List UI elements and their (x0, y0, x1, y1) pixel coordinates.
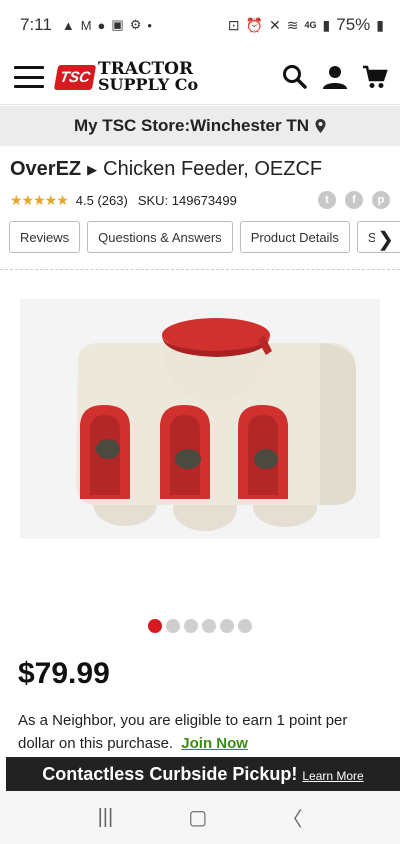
rating-stars[interactable]: ★★★★★ (10, 192, 69, 209)
divider (0, 269, 400, 270)
recent-apps-icon[interactable]: ||| (98, 806, 114, 829)
status-time: 7:11 (20, 15, 52, 34)
curbside-banner[interactable]: Contactless Curbside Pickup! Learn More (6, 757, 400, 791)
app-icon: ▣ (111, 17, 124, 32)
facebook-icon[interactable]: f (345, 191, 363, 209)
store-label: My TSC Store:Winchester TN (73, 116, 310, 135)
alarm-icon: ⏰ (245, 16, 264, 33)
carousel-dot[interactable] (220, 619, 234, 633)
caret-right-icon: ▶ (87, 161, 98, 177)
carousel-dot[interactable] (184, 619, 198, 633)
gear-icon: ⚙ (129, 17, 142, 32)
mail-icon: M (80, 17, 92, 33)
tsc-logo[interactable]: TSC TRACTOR SUPPLY Co (53, 61, 199, 94)
home-icon[interactable]: ▢ (188, 805, 207, 830)
battery-icon: ▮ (376, 16, 384, 33)
mute-icon: ✕ (269, 16, 281, 33)
product-brand-link[interactable]: OverEZ (10, 158, 81, 181)
rating-row: ★★★★★ 4.5 (263) SKU: 149673499 t f p (0, 181, 400, 209)
image-carousel-dots (0, 619, 400, 633)
product-name: Chicken Feeder, OEZCF (103, 158, 323, 180)
location-pin-icon (315, 119, 326, 133)
chicken-feeder-image (20, 299, 380, 539)
product-tabs: Reviews Questions & Answers Product Deta… (0, 209, 400, 253)
curbside-title: Contactless Curbside Pickup! (42, 763, 298, 784)
battery-level: 75% (336, 15, 371, 34)
product-image[interactable] (20, 299, 380, 539)
carousel-dot[interactable] (148, 619, 162, 633)
tab-questions-answers[interactable]: Questions & Answers (87, 221, 233, 253)
app-header: TSC TRACTOR SUPPLY Co (0, 50, 400, 105)
tab-product-details[interactable]: Product Details (239, 221, 350, 253)
account-icon[interactable] (322, 64, 348, 90)
carousel-dot[interactable] (238, 619, 252, 633)
store-selector[interactable]: My TSC Store:Winchester TN (0, 106, 400, 146)
twitter-icon[interactable]: t (318, 191, 336, 209)
pinterest-icon[interactable]: p (372, 191, 390, 209)
join-now-link[interactable]: Join Now (181, 735, 248, 752)
signal-icon: ▮ (322, 16, 331, 33)
learn-more-link[interactable]: Learn More (302, 769, 363, 783)
logo-badge: TSC (53, 64, 97, 90)
product-sku: SKU: 149673499 (137, 192, 237, 208)
warning-icon: ▲ (61, 17, 75, 33)
search-icon[interactable] (282, 64, 308, 90)
status-notification-icons: ▲ M ● ▣ ⚙ • (62, 17, 152, 33)
chevron-right-icon[interactable]: ❯ (375, 227, 394, 252)
lock-icon: ⊡ (227, 16, 240, 33)
logo-line2: SUPPLY Co (98, 75, 199, 94)
dot-icon: ● (97, 17, 106, 33)
status-bar: 7:11 ▲ M ● ▣ ⚙ • ⊡ ⏰ ✕ ≋ 4G ▮ 75% ▮ (0, 0, 400, 50)
android-nav-bar: ||| ▢ 〈 (0, 791, 400, 844)
product-price: $79.99 (18, 657, 110, 690)
neighbor-rewards-message: As a Neighbor, you are eligible to earn … (0, 691, 400, 755)
product-title: OverEZ ▶ Chicken Feeder, OEZCF (0, 146, 400, 181)
tab-reviews[interactable]: Reviews (9, 221, 81, 253)
wifi-icon: ≋ (286, 16, 299, 33)
back-icon[interactable]: 〈 (282, 803, 302, 832)
rating-value[interactable]: 4.5 (263) (76, 193, 128, 208)
menu-icon[interactable] (14, 66, 44, 88)
network-label: 4G (304, 20, 317, 30)
cart-icon[interactable] (362, 64, 388, 90)
carousel-dot[interactable] (166, 619, 180, 633)
carousel-dot[interactable] (202, 619, 216, 633)
dot-small-icon: • (147, 17, 152, 33)
